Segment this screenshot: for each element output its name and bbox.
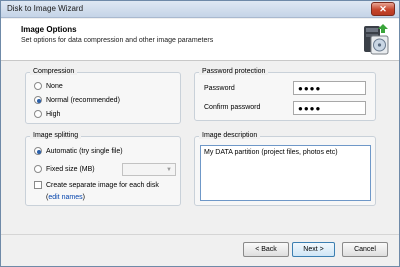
compression-group: Compression None Normal (recommended) Hi… xyxy=(25,68,181,124)
fixed-size-combo[interactable]: ▼ xyxy=(122,163,176,176)
next-button[interactable]: Next > xyxy=(292,242,335,257)
chevron-down-icon: ▼ xyxy=(166,167,172,173)
edit-names-row: (edit names) xyxy=(46,194,85,201)
edit-names-close-paren: ) xyxy=(82,194,85,201)
splitting-group: Image splitting Automatic (try single fi… xyxy=(25,132,181,206)
compression-option-none[interactable]: None xyxy=(34,82,63,90)
confirm-password-label: Confirm password xyxy=(204,104,261,111)
wizard-header: Image Options Set options for data compr… xyxy=(1,19,399,61)
splitting-title: Image splitting xyxy=(30,132,82,139)
compression-normal-label: Normal (recommended) xyxy=(46,96,120,104)
radio-automatic[interactable] xyxy=(34,147,42,155)
password-field[interactable]: ●●●● xyxy=(293,81,366,95)
confirm-password-field[interactable]: ●●●● xyxy=(293,101,366,115)
password-title: Password protection xyxy=(199,68,269,75)
close-button[interactable]: ✕ xyxy=(371,2,395,16)
page-title: Image Options xyxy=(21,25,77,34)
close-icon: ✕ xyxy=(379,4,387,14)
splitting-option-automatic[interactable]: Automatic (try single file) xyxy=(34,147,123,155)
description-title: Image description xyxy=(199,132,261,139)
password-label: Password xyxy=(204,85,235,92)
separate-image-checkbox[interactable] xyxy=(34,181,42,189)
back-button[interactable]: < Back xyxy=(243,242,289,257)
title-bar[interactable]: Disk to Image Wizard ✕ xyxy=(1,1,399,18)
footer-divider xyxy=(1,234,399,235)
description-textarea[interactable]: My DATA partition (project files, photos… xyxy=(200,145,371,201)
compression-option-normal[interactable]: Normal (recommended) xyxy=(34,96,120,104)
splitting-automatic-label: Automatic (try single file) xyxy=(46,147,123,155)
cancel-button[interactable]: Cancel xyxy=(342,242,388,257)
password-group: Password protection Password ●●●● Confir… xyxy=(194,68,376,121)
separate-image-label: Create separate image for each disk xyxy=(46,181,159,189)
radio-fixed-size[interactable] xyxy=(34,165,42,173)
window-title: Disk to Image Wizard xyxy=(7,4,84,13)
separate-image-option[interactable]: Create separate image for each disk xyxy=(34,181,159,189)
compression-option-high[interactable]: High xyxy=(34,110,60,118)
wizard-window: Disk to Image Wizard ✕ Image Options Set… xyxy=(0,0,400,267)
drive-image-icon xyxy=(364,24,389,55)
splitting-fixed-label: Fixed size (MB) xyxy=(46,165,95,173)
compression-title: Compression xyxy=(30,68,78,75)
compression-none-label: None xyxy=(46,82,63,90)
radio-normal[interactable] xyxy=(34,96,42,104)
radio-none[interactable] xyxy=(34,82,42,90)
compression-high-label: High xyxy=(46,110,61,118)
radio-high[interactable] xyxy=(34,110,42,118)
description-group: Image description My DATA partition (pro… xyxy=(194,132,376,206)
page-subtitle: Set options for data compression and oth… xyxy=(21,37,214,44)
splitting-option-fixed[interactable]: Fixed size (MB) xyxy=(34,165,95,173)
edit-names-link[interactable]: edit names xyxy=(48,194,82,201)
